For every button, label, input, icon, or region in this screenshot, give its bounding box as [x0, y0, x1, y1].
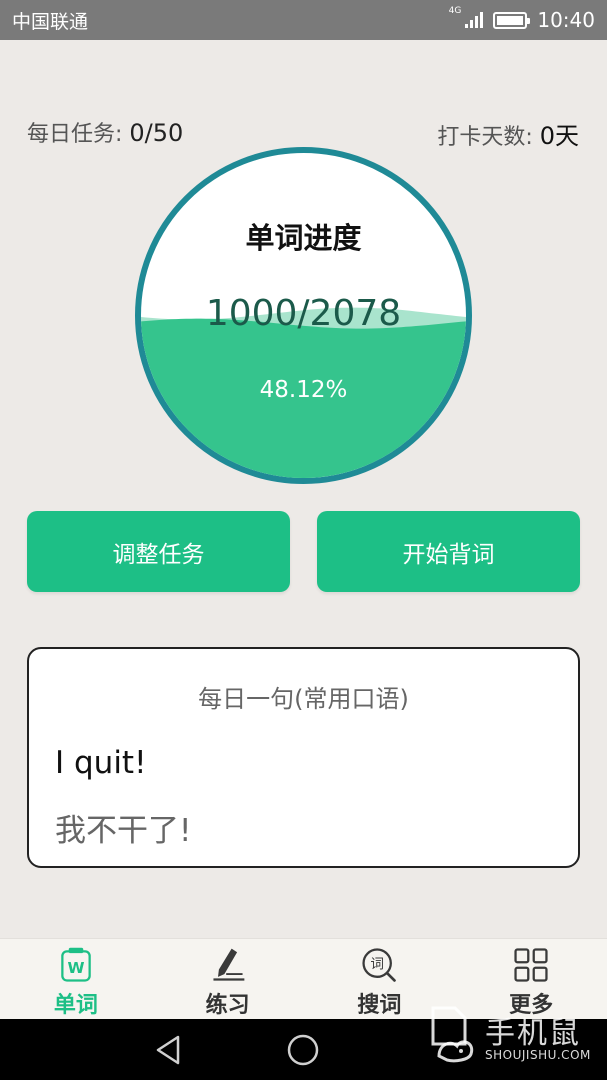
- daily-sentence-title: 每日一句(常用口语): [198, 685, 409, 713]
- word-card-icon: W: [61, 947, 91, 982]
- adjust-task-button[interactable]: 调整任务: [27, 511, 290, 592]
- word-progress-circle: 单词进度 1000/2078 48.12%: [135, 147, 472, 484]
- daily-sentence-english: I quit!: [55, 745, 147, 781]
- progress-percent: 48.12%: [259, 377, 348, 403]
- pencil-icon: [213, 948, 244, 981]
- home-icon[interactable]: [286, 1033, 320, 1067]
- battery-icon: [493, 11, 531, 29]
- svg-text:W: W: [67, 959, 84, 977]
- nav-item-words[interactable]: W 单词: [0, 939, 152, 1019]
- nav-label-words: 单词: [53, 993, 98, 1018]
- watermark-logo: [431, 1006, 474, 1063]
- progress-title: 单词进度: [245, 221, 362, 255]
- watermark: 手机鼠 SHOUJISHU.COM: [425, 1004, 607, 1070]
- daily-task-value: 0/50: [129, 119, 184, 147]
- carrier-name: 中国联通: [12, 10, 89, 33]
- daily-task-label: 每日任务:: [27, 122, 130, 147]
- nav-label-search: 搜词: [357, 993, 402, 1018]
- daily-task-stat: 每日任务: 0/50: [27, 116, 183, 148]
- clock: 10:40: [537, 8, 595, 32]
- progress-count: 1000/2078: [205, 293, 402, 334]
- signal-icon: [465, 12, 484, 28]
- grid-icon: [514, 948, 548, 982]
- watermark-url: SHOUJISHU.COM: [485, 1048, 591, 1062]
- svg-text:词: 词: [371, 957, 385, 973]
- network-type: 4G: [448, 5, 462, 16]
- status-bar: 中国联通 4G 10:40: [0, 0, 607, 40]
- daily-sentence-card[interactable]: 每日一句(常用口语) I quit! 我不干了!: [27, 647, 580, 868]
- nav-label-practice: 练习: [205, 993, 250, 1018]
- daily-sentence-chinese: 我不干了!: [55, 813, 192, 849]
- checkin-days-label: 打卡天数:: [437, 125, 540, 150]
- nav-item-practice[interactable]: 练习: [152, 939, 304, 1019]
- watermark-brand: 手机鼠: [485, 1016, 581, 1051]
- start-study-button[interactable]: 开始背词: [317, 511, 580, 592]
- status-indicators: 4G 10:40: [448, 5, 595, 32]
- checkin-days-stat: 打卡天数: 0天: [437, 116, 579, 151]
- checkin-days-value: 0天: [539, 122, 579, 150]
- search-word-icon: 词: [362, 948, 397, 982]
- back-icon[interactable]: [152, 1033, 186, 1067]
